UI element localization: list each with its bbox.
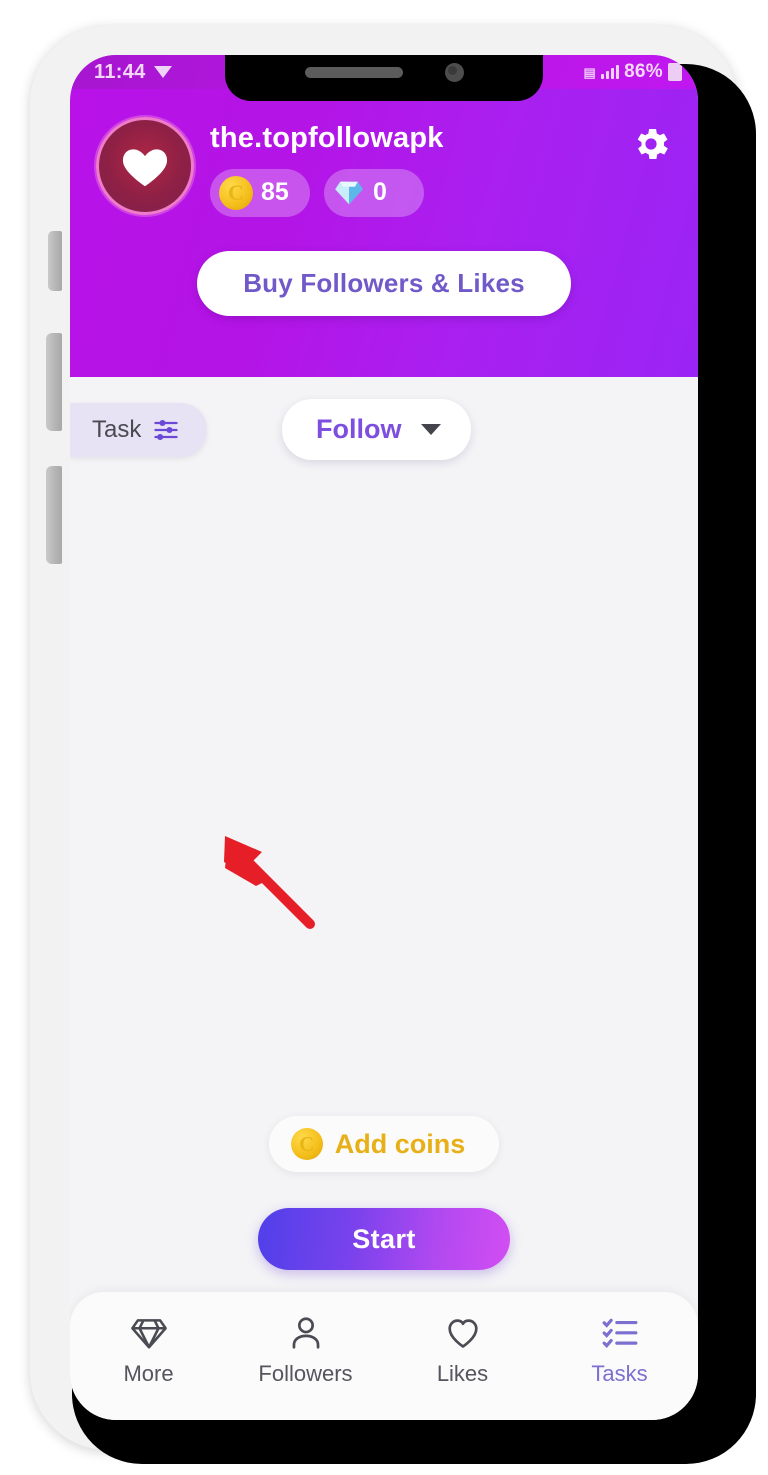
add-coins-button[interactable]: C Add coins [268, 1116, 500, 1172]
nav-label-more: More [123, 1361, 174, 1386]
profile-row: the.topfollowapk C 85 0 [70, 107, 698, 217]
phone-volume-up-button[interactable] [46, 333, 62, 431]
nav-item-tasks[interactable]: Tasks [541, 1314, 698, 1387]
app-header: the.topfollowapk C 85 0 Buy Followers & … [70, 55, 698, 377]
settings-button[interactable] [628, 121, 674, 167]
nav-item-more[interactable]: More [70, 1314, 227, 1387]
screenshot-canvas: 11:44 ▤ 86% the.topfollowapk C 85 0 Buy … [0, 0, 768, 1475]
status-bar-left: 11:44 [94, 61, 172, 84]
diamond-count: 0 [373, 178, 387, 207]
person-icon [292, 1317, 319, 1349]
diamond-badge[interactable]: 0 [324, 168, 424, 217]
status-bar-right: ▤ 86% [583, 61, 682, 83]
battery-icon [668, 63, 682, 81]
nav-label-followers: Followers [258, 1361, 353, 1386]
red-arrow-icon [224, 836, 315, 929]
currency-badges: C 85 0 [210, 168, 676, 217]
diamond-icon [130, 1319, 167, 1349]
phone-volume-down-button[interactable] [46, 466, 62, 564]
start-button[interactable]: Start [258, 1208, 510, 1270]
nav-item-likes[interactable]: Likes [384, 1314, 541, 1387]
buy-followers-likes-button[interactable]: Buy Followers & Likes [197, 250, 571, 316]
add-coins-wrapper: C Add coins [70, 1116, 698, 1172]
coin-badge[interactable]: C 85 [210, 168, 310, 217]
phone-screen: 11:44 ▤ 86% the.topfollowapk C 85 0 Buy … [70, 55, 698, 1420]
battery-percent-label: 86% [624, 61, 663, 82]
diamond-icon [335, 181, 363, 205]
signal-bars-icon [601, 65, 620, 79]
profile-info: the.topfollowapk C 85 0 [210, 117, 676, 217]
phone-notch [225, 55, 543, 101]
sliders-filter-icon [154, 419, 179, 441]
sim-card-icon: ▤ [583, 64, 597, 80]
start-button-wrapper: Start [70, 1208, 698, 1270]
bottom-navigation-bar: More Followers Likes Tasks [70, 1292, 698, 1420]
coin-count: 85 [261, 178, 289, 207]
heart-icon [447, 1319, 478, 1348]
task-tab-label: Task [92, 416, 142, 443]
avatar[interactable] [96, 117, 194, 215]
chevron-down-icon [421, 424, 442, 435]
heart-avatar-icon [122, 149, 168, 187]
status-bar-time: 11:44 [94, 60, 146, 83]
triangle-down-icon [153, 66, 172, 78]
main-content: Task Follow C Add coins Start More Follo… [70, 377, 698, 1420]
coin-icon: C [290, 1128, 323, 1160]
filter-row: Task Follow [70, 377, 698, 487]
username-label: the.topfollowapk [210, 122, 444, 154]
phone-mute-switch[interactable] [48, 231, 62, 291]
gear-icon [637, 128, 668, 160]
front-camera-icon [444, 62, 464, 82]
nav-item-followers[interactable]: Followers [227, 1314, 384, 1387]
checklist-icon [602, 1318, 637, 1348]
follow-type-dropdown[interactable]: Follow [282, 399, 472, 460]
follow-dropdown-label: Follow [316, 414, 402, 444]
buy-button-wrapper: Buy Followers & Likes [70, 250, 698, 316]
add-coins-label: Add coins [334, 1128, 466, 1159]
coin-icon: C [219, 175, 253, 210]
task-filter-tab[interactable]: Task [70, 403, 208, 457]
nav-label-likes: Likes [436, 1361, 489, 1386]
nav-label-tasks: Tasks [591, 1361, 648, 1386]
earpiece-speaker [304, 66, 403, 78]
